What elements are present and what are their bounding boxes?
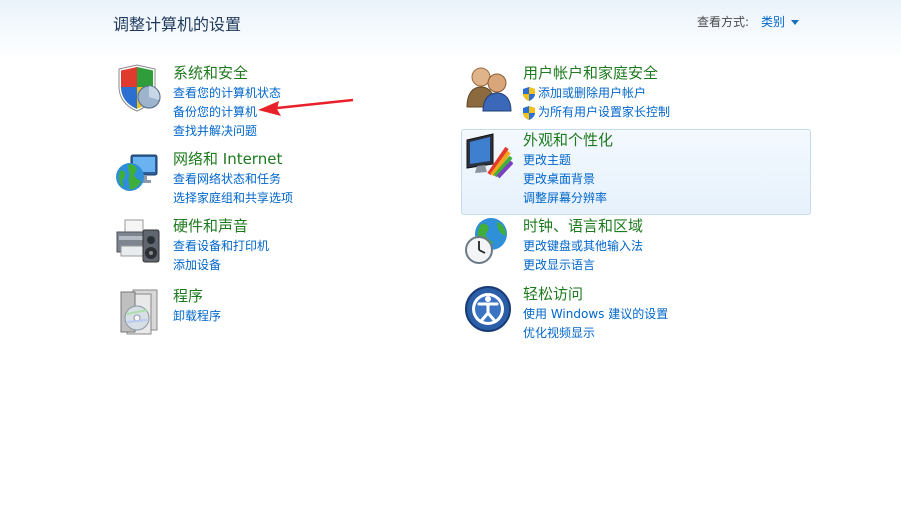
ease-of-access-icon[interactable] (463, 284, 513, 334)
link-optimize-video[interactable]: 优化视频显示 (523, 324, 668, 343)
category-title[interactable]: 程序 (173, 286, 221, 306)
link-change-theme[interactable]: 更改主题 (523, 151, 613, 170)
category-title[interactable]: 系统和安全 (173, 63, 281, 83)
network-globe-icon[interactable] (113, 149, 163, 199)
category-title[interactable]: 外观和个性化 (523, 130, 613, 150)
link-find-fix-problems[interactable]: 查找并解决问题 (173, 122, 281, 141)
link-uninstall-program[interactable]: 卸载程序 (173, 307, 221, 326)
category-title[interactable]: 网络和 Internet (173, 149, 293, 169)
view-by-dropdown[interactable]: 类别 (761, 13, 785, 30)
users-icon[interactable] (463, 63, 513, 113)
category-title[interactable]: 用户帐户和家庭安全 (523, 63, 670, 83)
link-screen-resolution[interactable]: 调整屏幕分辨率 (523, 189, 613, 208)
link-desktop-background[interactable]: 更改桌面背景 (523, 170, 613, 189)
category-user-accounts: 用户帐户和家庭安全 添加或删除用户帐户 为所有用户设置家长控制 (463, 63, 670, 122)
category-clock-language-region: 时钟、语言和区域 更改键盘或其他输入法 更改显示语言 (463, 216, 643, 275)
programs-disc-icon[interactable] (113, 286, 163, 336)
category-title[interactable]: 硬件和声音 (173, 216, 269, 236)
link-add-device[interactable]: 添加设备 (173, 256, 269, 275)
view-by-label: 查看方式: (696, 15, 749, 29)
link-add-remove-accounts[interactable]: 添加或删除用户帐户 (523, 84, 670, 103)
category-ease-of-access: 轻松访问 使用 Windows 建议的设置 优化视频显示 (463, 284, 668, 343)
link-devices-printers[interactable]: 查看设备和打印机 (173, 237, 269, 256)
category-title[interactable]: 时钟、语言和区域 (523, 216, 643, 236)
category-programs: 程序 卸载程序 (113, 286, 221, 336)
category-network-internet: 网络和 Internet 查看网络状态和任务 选择家庭组和共享选项 (113, 149, 293, 208)
annotation-arrow (258, 98, 354, 116)
uac-shield-icon (523, 105, 535, 120)
display-color-icon[interactable] (463, 130, 513, 180)
shield-icon[interactable] (113, 63, 163, 113)
clock-globe-icon[interactable] (463, 216, 513, 266)
page-title: 调整计算机的设置 (113, 15, 242, 34)
link-label: 添加或删除用户帐户 (538, 86, 647, 100)
link-display-language[interactable]: 更改显示语言 (523, 256, 643, 275)
link-view-network-status[interactable]: 查看网络状态和任务 (173, 170, 293, 189)
link-change-keyboard[interactable]: 更改键盘或其他输入法 (523, 237, 643, 256)
link-homegroup-sharing[interactable]: 选择家庭组和共享选项 (173, 189, 293, 208)
printer-speaker-icon[interactable] (113, 216, 163, 266)
category-hardware-sound: 硬件和声音 查看设备和打印机 添加设备 (113, 216, 269, 275)
uac-shield-icon (523, 86, 535, 101)
link-parental-controls[interactable]: 为所有用户设置家长控制 (523, 103, 670, 122)
link-label: 为所有用户设置家长控制 (538, 105, 671, 119)
view-by: 查看方式: 类别 (697, 13, 799, 30)
category-appearance: 外观和个性化 更改主题 更改桌面背景 调整屏幕分辨率 (463, 130, 613, 208)
link-windows-recommended[interactable]: 使用 Windows 建议的设置 (523, 305, 668, 324)
category-title[interactable]: 轻松访问 (523, 284, 668, 304)
chevron-down-icon[interactable] (791, 20, 799, 25)
